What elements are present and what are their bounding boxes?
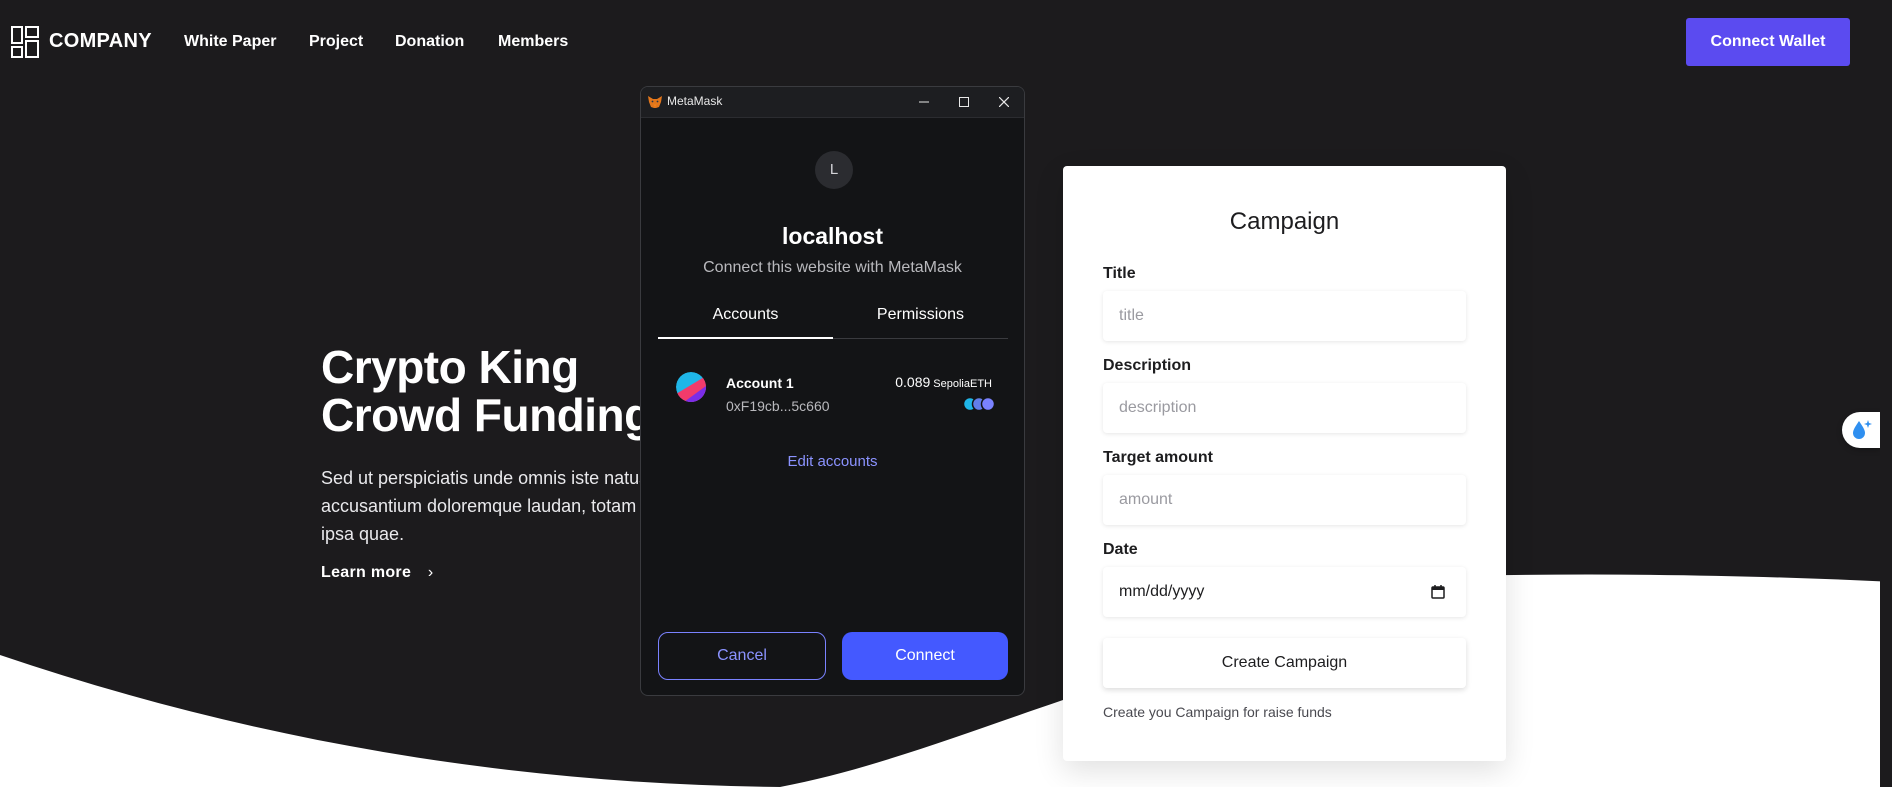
- hero-description-line: accusantium doloremque laudan, totam: [321, 496, 637, 516]
- description-input[interactable]: [1103, 383, 1466, 433]
- date-input-value: mm/dd/yyyy: [1119, 583, 1205, 600]
- metamask-titlebar[interactable]: MetaMask: [641, 87, 1024, 118]
- active-tab-indicator: [658, 337, 833, 339]
- close-icon: [999, 97, 1009, 107]
- floating-side-widget[interactable]: [1842, 412, 1880, 448]
- title-input[interactable]: [1103, 291, 1466, 341]
- balance-value: 0.089: [895, 374, 931, 390]
- hero-title-line-1: Crypto King: [321, 341, 579, 393]
- metamask-window-title: MetaMask: [667, 94, 723, 108]
- maximize-button[interactable]: [944, 87, 984, 117]
- minimize-icon: [919, 101, 929, 103]
- target-amount-field-label: Target amount: [1103, 449, 1213, 466]
- maximize-icon: [959, 97, 969, 107]
- account-avatar: [676, 372, 706, 402]
- nav-link-members[interactable]: Members: [498, 33, 568, 51]
- tab-permissions[interactable]: Permissions: [833, 306, 1008, 342]
- connect-subtitle: Connect this website with MetaMask: [703, 259, 962, 276]
- network-badges-icon: [962, 396, 996, 412]
- nav-link-donation[interactable]: Donation: [395, 33, 464, 51]
- learn-more-label: Learn more: [321, 564, 412, 581]
- create-campaign-button[interactable]: Create Campaign: [1103, 638, 1466, 688]
- site-host: localhost: [782, 223, 883, 249]
- metamask-fox-icon: [648, 96, 662, 108]
- hero-description-line: Sed ut perspiciatis unde omnis iste natu…: [321, 468, 649, 488]
- account-address: 0xF19cb...5c660: [726, 398, 830, 414]
- campaign-card: Campaign Title Description Target amount…: [1063, 166, 1506, 761]
- date-field-label: Date: [1103, 541, 1138, 558]
- chevron-right-icon: ›: [427, 564, 434, 581]
- learn-more-link[interactable]: Learn more ›: [321, 564, 434, 582]
- hero-description: Sed ut perspiciatis unde omnis iste natu…: [321, 464, 681, 548]
- minimize-button[interactable]: [904, 87, 944, 117]
- description-field-label: Description: [1103, 357, 1192, 374]
- hero-title-line-2: Crowd Funding: [321, 389, 652, 441]
- page-scrollbar[interactable]: [1880, 0, 1892, 787]
- edit-accounts-link[interactable]: Edit accounts: [641, 453, 1024, 470]
- metamask-popup-window: MetaMask L localhost Connect this websit…: [640, 86, 1025, 696]
- grid-logo-icon: [11, 26, 39, 58]
- campaign-title: Campaign: [1229, 208, 1340, 235]
- target-amount-input[interactable]: [1103, 475, 1466, 525]
- cancel-button[interactable]: Cancel: [658, 632, 826, 680]
- connect-button[interactable]: Connect: [842, 632, 1008, 680]
- hero-title: Crypto King Crowd Funding: [321, 343, 652, 439]
- connect-wallet-button[interactable]: Connect Wallet: [1686, 18, 1850, 66]
- close-window-button[interactable]: [984, 87, 1024, 117]
- nav-link-white-paper[interactable]: White Paper: [184, 33, 276, 51]
- site-avatar: L: [815, 151, 853, 189]
- title-field-label: Title: [1103, 265, 1136, 282]
- hero-description-line: ipsa quae.: [321, 524, 405, 544]
- company-logo-text[interactable]: COMPANY: [49, 30, 152, 53]
- top-navbar: COMPANY White Paper Project Donation Mem…: [0, 0, 1892, 84]
- calendar-icon[interactable]: [1431, 585, 1445, 599]
- droplet-sparkle-icon: [1853, 420, 1872, 439]
- account-name[interactable]: Account 1: [726, 375, 794, 391]
- account-balance: 0.089 SepoliaETH: [895, 374, 992, 390]
- balance-unit: SepoliaETH: [933, 378, 992, 390]
- campaign-hint-text: Create you Campaign for raise funds: [1103, 704, 1332, 720]
- tab-divider: [833, 338, 1008, 339]
- nav-link-project[interactable]: Project: [309, 33, 363, 51]
